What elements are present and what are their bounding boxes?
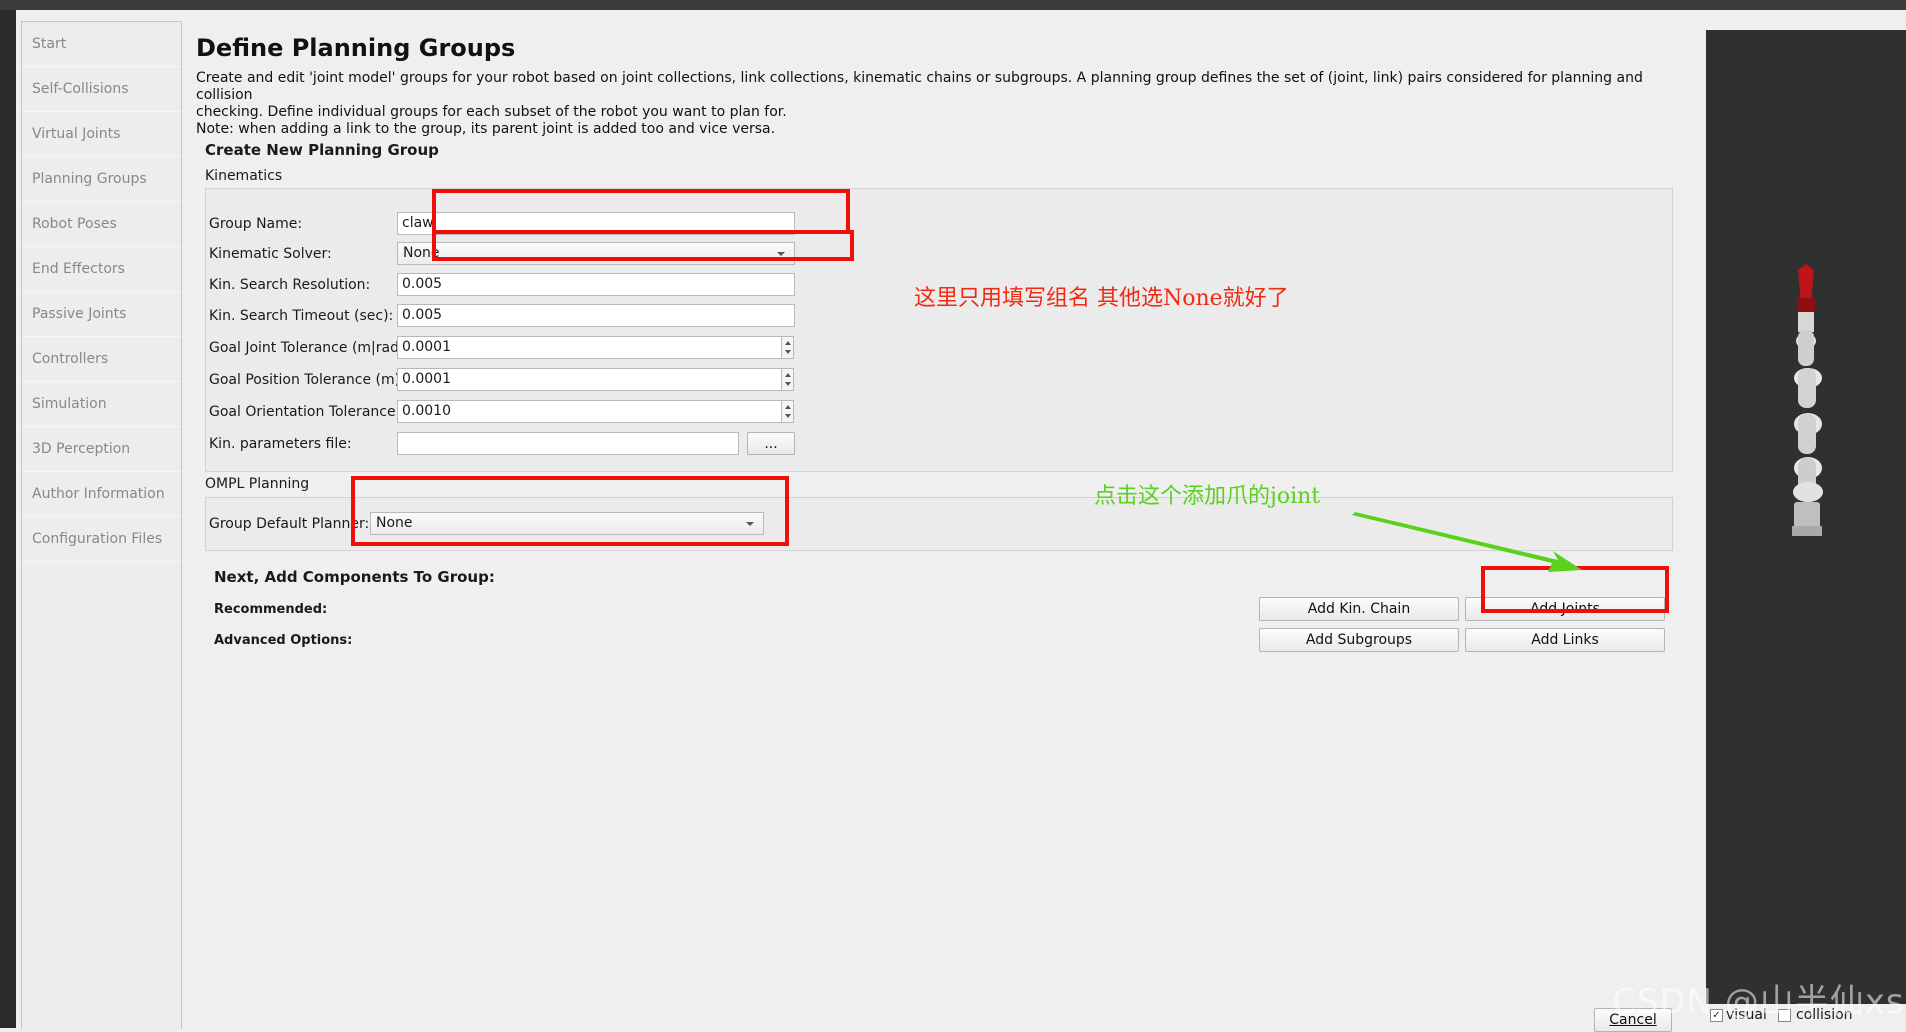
watermark: CSDN @山半仙xs [1612, 982, 1905, 1022]
green-arrow-icon [1352, 512, 1582, 572]
annotation-arrow [1352, 512, 1582, 572]
